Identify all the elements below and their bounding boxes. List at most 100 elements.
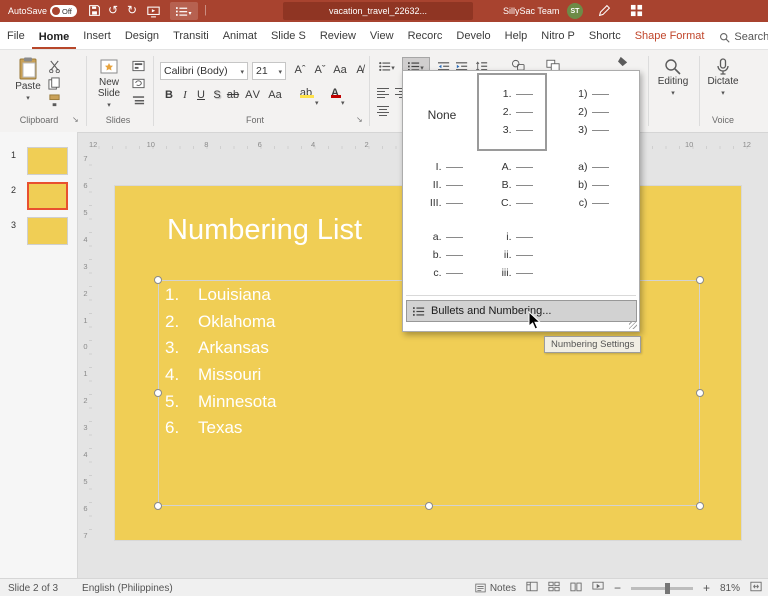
tab-view[interactable]: View [363,24,401,49]
tab-insert[interactable]: Insert [76,24,118,49]
slide-thumbnail-3[interactable] [27,217,68,245]
tab-file[interactable]: File [0,24,32,49]
numbering-option-alpha-upper[interactable]: A. B. C. [477,153,547,217]
tab-shortcuts[interactable]: Shortc [582,24,628,49]
tab-animations[interactable]: Animat [216,24,264,49]
numbering-option-alpha-lower[interactable]: a. b. c. [411,223,473,287]
decrease-font-icon[interactable]: Aˇ [312,63,328,77]
font-name-combo[interactable]: Calibri (Body) [160,62,248,80]
tab-review[interactable]: Review [313,24,363,49]
editing-button[interactable]: Editing [652,58,694,98]
tab-shape-format[interactable]: Shape Format [628,24,712,49]
slide-thumbnail-2-selected[interactable] [27,182,68,210]
slide-layout-icon[interactable] [130,59,146,73]
bold-button[interactable]: B [161,88,177,102]
dictate-button[interactable]: Dictate [703,58,743,98]
bullets-and-numbering-menu-item[interactable]: Bullets and Numbering... [406,300,637,322]
numbering-option-roman-lower[interactable]: i. ii. iii. [477,223,547,287]
font-size-combo[interactable]: 21 [252,62,286,80]
resize-handle-s[interactable] [425,502,433,510]
reset-slide-icon[interactable] [130,76,146,90]
zoom-slider-thumb[interactable] [665,583,670,594]
font-dialog-launcher[interactable] [356,115,363,124]
chevron-down-icon[interactable] [315,92,319,110]
format-painter-icon[interactable] [46,93,62,107]
numbering-option-none[interactable]: None [411,79,473,151]
fit-to-window-button[interactable] [750,581,762,595]
cut-icon[interactable] [46,59,62,73]
notes-icon [475,583,486,593]
resize-handle-ne[interactable] [696,276,704,284]
shape-fill-icon[interactable] [615,56,631,70]
account-name[interactable]: SillySac Team [503,6,559,16]
section-icon[interactable] [130,93,146,107]
toggle-knob-icon [52,7,60,15]
resize-handle-w[interactable] [154,389,162,397]
chevron-down-icon [721,87,725,98]
undo-icon[interactable] [108,4,118,16]
increase-font-icon[interactable]: Aˆ [292,63,308,77]
vertical-ruler[interactable]: 765432101234567 [79,152,92,542]
view-normal-button[interactable] [526,581,538,595]
bullets-button[interactable] [375,59,399,73]
text-shadow-button[interactable]: S [209,88,225,102]
numbering-option-alpha-lower-paren[interactable]: a) b) c) [553,153,623,217]
resize-handle-sw[interactable] [154,502,162,510]
qat-numbering-button[interactable] [170,2,198,20]
resize-handle-se[interactable] [696,502,704,510]
zoom-in-button[interactable]: + [703,581,710,595]
view-slideshow-button[interactable] [592,581,604,595]
avatar[interactable]: ST [567,3,583,19]
copy-icon[interactable] [46,76,62,90]
align-left-icon[interactable] [375,86,391,100]
tab-home[interactable]: Home [32,25,77,50]
italic-button[interactable]: I [177,88,193,102]
tab-transitions[interactable]: Transiti [166,24,216,49]
notes-toggle[interactable]: Notes [475,583,516,594]
autosave-toggle[interactable]: Off [50,5,77,17]
tab-help[interactable]: Help [498,24,535,49]
strikethrough-button[interactable]: ab [225,88,241,102]
zoom-out-button[interactable]: − [614,581,621,595]
redo-icon[interactable] [127,4,137,16]
align-center-icon[interactable] [375,104,391,118]
new-slide-button[interactable]: New Slide [90,57,128,110]
numbering-option-1-2-3-period[interactable]: 1. 2. 3. [477,73,547,151]
zoom-slider[interactable] [631,587,693,590]
slide-indicator[interactable]: Slide 2 of 3 [8,583,58,594]
underline-button[interactable]: U [193,88,209,102]
tab-slideshow[interactable]: Slide S [264,24,313,49]
resize-handle-nw[interactable] [154,276,162,284]
view-reading-button[interactable] [570,581,582,595]
apps-grid-icon[interactable] [630,4,643,22]
highlight-color-button[interactable]: ab [298,86,314,100]
tab-record[interactable]: Recorc [401,24,450,49]
slides-group-label: Slides [88,115,148,125]
editing-mode-pencil-icon[interactable] [598,4,611,22]
numbering-option-1-2-3-paren[interactable]: 1) 2) 3) [553,79,623,145]
character-spacing-button[interactable]: AV [245,88,261,102]
list-item: 1.Louisiana [165,282,276,309]
search-box[interactable]: Search [719,31,768,49]
slide-thumbnail-1[interactable] [27,147,68,175]
clear-formatting-icon[interactable]: A̸ [352,63,368,77]
case-button[interactable]: Aa [267,88,283,102]
zoom-level[interactable]: 81% [720,583,740,594]
language-status[interactable]: English (Philippines) [82,583,173,594]
tab-nitro[interactable]: Nitro P [534,24,582,49]
tab-developer[interactable]: Develo [449,24,497,49]
numbered-list-textbox[interactable]: 1.Louisiana 2.Oklahoma 3.Arkansas 4.Miss… [165,282,276,442]
document-title-area[interactable]: vacation_travel_22632... [283,2,473,20]
slide-title[interactable]: Numbering List [167,214,362,247]
chevron-down-icon[interactable] [341,92,345,110]
menu-resize-grip[interactable] [629,321,637,329]
start-slideshow-icon[interactable] [147,5,160,23]
view-slide-sorter-button[interactable] [548,581,560,595]
save-icon[interactable] [88,4,101,22]
tab-design[interactable]: Design [118,24,166,49]
paste-button[interactable]: Paste [12,57,44,103]
clipboard-dialog-launcher[interactable] [72,115,79,124]
resize-handle-e[interactable] [696,389,704,397]
change-case-icon[interactable]: Aa [332,63,348,77]
numbering-option-roman-upper[interactable]: I. II. III. [411,153,473,217]
